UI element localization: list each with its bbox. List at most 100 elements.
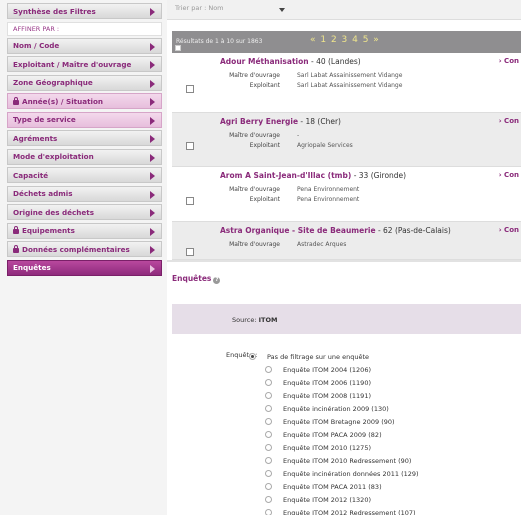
chevron-right-icon	[150, 135, 155, 143]
sidebar-item-label: Capacité	[13, 170, 49, 180]
result-name[interactable]: Arom A Saint-Jean-d'Illac (tmb)	[220, 171, 351, 180]
result-row: Adour Méthanisation - 40 (Landes) › Con Ma…	[172, 53, 521, 113]
sidebar-item-9[interactable]: Capacité	[7, 167, 162, 183]
enquete-option[interactable]: Enquête ITOM 2008 (1191)	[265, 389, 419, 402]
result-title[interactable]: Arom A Saint-Jean-d'Illac (tmb) - 33 (Gi…	[220, 171, 406, 180]
result-field-label: Maître d'ouvrage	[229, 132, 280, 139]
chevron-right-icon	[150, 209, 155, 217]
pagination[interactable]: « 1 2 3 4 5 »	[310, 35, 380, 45]
radio-button[interactable]	[265, 418, 272, 425]
enquetes-title-text: Enquêtes	[172, 274, 212, 283]
sidebar-item-14[interactable]: Enquêtes	[7, 259, 162, 276]
lock-icon	[13, 226, 19, 234]
radio-button[interactable]	[265, 444, 272, 451]
result-field-value: Astradec Arques	[297, 241, 347, 248]
sort-select[interactable]: Trier par : Nom	[175, 4, 224, 12]
help-icon[interactable]: ?	[213, 277, 221, 284]
sidebar-item-12[interactable]: Equipements	[7, 222, 162, 239]
result-field-label: Maître d'ouvrage	[229, 241, 280, 248]
enquete-option[interactable]: Enquête ITOM 2012 (1320)	[265, 493, 419, 506]
result-field-value: Agriopale Services	[297, 142, 353, 149]
radio-button[interactable]	[265, 405, 272, 412]
result-field-label: Exploitant	[249, 196, 280, 203]
result-location: - 33 (Gironde)	[351, 171, 407, 180]
lock-icon	[13, 96, 19, 105]
sidebar-item-2[interactable]: Nom / Code	[7, 37, 162, 54]
sidebar-item-label: Mode d'exploitation	[13, 152, 94, 161]
source-band: Source: ITOM	[172, 304, 521, 334]
sidebar-item-13[interactable]: Données complémentaires	[7, 241, 162, 257]
enquete-option[interactable]: Pas de filtrage sur une enquête	[249, 350, 419, 363]
result-checkbox[interactable]	[186, 197, 194, 205]
result-field-label: Maître d'ouvrage	[229, 186, 280, 193]
result-name[interactable]: Agri Berry Energie	[220, 117, 298, 126]
radio-button[interactable]	[249, 353, 256, 360]
enquete-option-label: Enquête ITOM 2004 (1206)	[283, 365, 371, 374]
sidebar-item-7[interactable]: Agréments	[7, 130, 162, 146]
enquete-option[interactable]: Enquête ITOM 2010 Redressement (90)	[265, 454, 419, 467]
source-prefix: Source:	[232, 316, 257, 324]
result-name[interactable]: Adour Méthanisation	[220, 57, 309, 66]
enquete-radio-group: Pas de filtrage sur une enquête Enquête I…	[249, 350, 419, 515]
chevron-right-icon	[150, 227, 155, 236]
enquete-option-label: Enquête ITOM 2006 (1190)	[283, 378, 371, 387]
enquete-option[interactable]: Enquête ITOM Bretagne 2009 (90)	[265, 415, 419, 428]
sidebar-item-3[interactable]: Exploitant / Maître d'ouvrage	[7, 56, 162, 72]
result-location: - 18 (Cher)	[298, 117, 341, 126]
result-row: Arom A Saint-Jean-d'Illac (tmb) - 33 (Gi…	[172, 167, 521, 222]
sidebar-item-label: Enquêtes	[13, 263, 51, 272]
enquete-option[interactable]: Enquête ITOM 2010 (1275)	[265, 441, 419, 454]
result-checkbox[interactable]	[186, 248, 194, 256]
radio-button[interactable]	[265, 392, 272, 399]
select-all-checkbox[interactable]	[175, 45, 181, 51]
result-title[interactable]: Astra Organique - Site de Beaumerie - 62…	[220, 226, 451, 235]
chevron-down-icon[interactable]	[279, 8, 285, 12]
enquete-option[interactable]: Enquête ITOM PACA 2011 (83)	[265, 480, 419, 493]
enquete-option[interactable]: Enquête ITOM 2004 (1206)	[265, 363, 419, 376]
sidebar-item-8[interactable]: Mode d'exploitation	[7, 148, 162, 165]
chevron-right-icon	[150, 153, 155, 162]
enquete-option-label: Pas de filtrage sur une enquête	[267, 352, 370, 361]
enquete-option[interactable]: Enquête incinération données 2011 (129)	[265, 467, 419, 480]
result-details-link[interactable]: › Con	[499, 171, 519, 179]
chevron-right-icon	[150, 42, 155, 51]
enquete-option[interactable]: Enquête ITOM 2006 (1190)	[265, 376, 419, 389]
result-name[interactable]: Astra Organique - Site de Beaumerie	[220, 226, 376, 235]
radio-button[interactable]	[265, 496, 272, 503]
enquete-option[interactable]: Enquête ITOM PACA 2009 (82)	[265, 428, 419, 441]
result-details-link[interactable]: › Con	[499, 57, 519, 65]
sidebar-item-label: Type de service	[13, 115, 76, 124]
sidebar-item-0[interactable]: Synthèse des Filtres	[7, 3, 162, 19]
enquete-option-label: Enquête ITOM PACA 2011 (83)	[283, 482, 382, 491]
sidebar-item-10[interactable]: Déchets admis	[7, 185, 162, 202]
radio-button[interactable]	[265, 431, 272, 438]
sidebar-item-label: Equipements	[22, 226, 75, 235]
chevron-right-icon	[150, 172, 155, 180]
result-title[interactable]: Adour Méthanisation - 40 (Landes)	[220, 57, 361, 66]
sidebar-item-label: Origine des déchets	[13, 207, 95, 217]
result-checkbox[interactable]	[186, 85, 194, 93]
sidebar-item-4[interactable]: Zone Géographique	[7, 74, 162, 91]
result-location: - 40 (Landes)	[308, 57, 361, 66]
result-title[interactable]: Agri Berry Energie - 18 (Cher)	[220, 117, 341, 126]
radio-button[interactable]	[265, 379, 272, 386]
sidebar-item-5[interactable]: Année(s) / Situation	[7, 93, 162, 109]
sidebar-item-11[interactable]: Origine des déchets	[7, 204, 162, 220]
sidebar-item-6[interactable]: Type de service	[7, 111, 162, 128]
radio-button[interactable]	[265, 470, 272, 477]
result-checkbox[interactable]	[186, 142, 194, 150]
radio-button[interactable]	[265, 457, 272, 464]
enquete-option[interactable]: Enquête ITOM 2012 Redressement (107)	[265, 506, 419, 515]
enquete-option[interactable]: Enquête incinération 2009 (130)	[265, 402, 419, 415]
sidebar-item-label: Données complémentaires	[22, 244, 130, 254]
radio-button[interactable]	[265, 366, 272, 373]
result-field-label: Exploitant	[249, 82, 280, 89]
result-details-link[interactable]: › Con	[499, 117, 519, 125]
result-details-link[interactable]: › Con	[499, 226, 519, 234]
refine-by-label: AFFINER PAR :	[13, 24, 60, 33]
radio-button[interactable]	[265, 483, 272, 490]
result-location: - 62 (Pas-de-Calais)	[375, 226, 451, 235]
result-field-label: Exploitant	[249, 142, 280, 149]
radio-button[interactable]	[265, 509, 272, 515]
chevron-right-icon	[150, 116, 155, 125]
